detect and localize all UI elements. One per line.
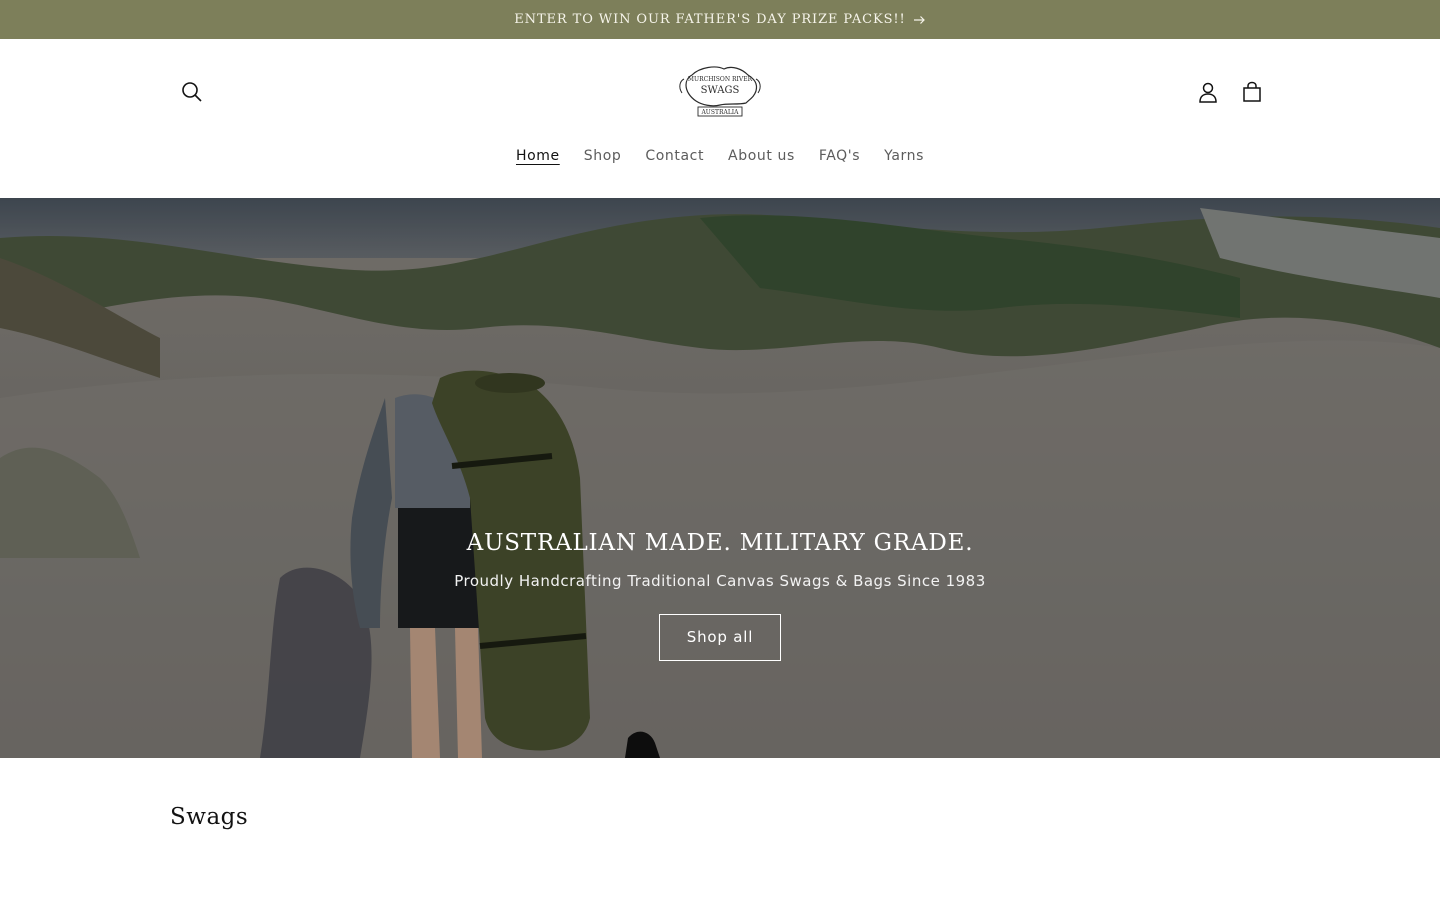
announcement-text: ENTER TO WIN OUR FATHER'S DAY PRIZE PACK… (514, 12, 906, 27)
nav-item-home[interactable]: Home (504, 144, 572, 168)
hero-image (0, 198, 1440, 758)
logo-emblem-icon: MURCHISON RIVER SWAGS AUSTRALIA (679, 66, 761, 117)
logo-line1: MURCHISON RIVER (688, 76, 753, 83)
shop-all-button[interactable]: Shop all (659, 614, 781, 661)
account-icon (1199, 82, 1217, 103)
nav-item-contact[interactable]: Contact (633, 144, 716, 168)
site-header: MURCHISON RIVER SWAGS AUSTRALIA Home Sho… (0, 39, 1440, 198)
hero-title: AUSTRALIAN MADE. MILITARY GRADE. (466, 530, 974, 556)
logo-line3: AUSTRALIA (700, 109, 739, 116)
section-title: Swags (170, 804, 249, 830)
nav-item-yarns[interactable]: Yarns (872, 144, 936, 168)
search-button[interactable] (170, 70, 214, 114)
nav-item-shop[interactable]: Shop (572, 144, 634, 168)
nav-item-about[interactable]: About us (716, 144, 807, 168)
cart-icon (1243, 81, 1261, 102)
account-button[interactable] (1186, 70, 1230, 114)
main-nav: Home Shop Contact About us FAQ's Yarns (0, 144, 1440, 168)
brand-logo[interactable]: MURCHISON RIVER SWAGS AUSTRALIA (672, 63, 768, 119)
cart-button[interactable] (1230, 70, 1274, 114)
search-icon (182, 82, 202, 102)
nav-item-faqs[interactable]: FAQ's (807, 144, 872, 168)
hero-subtitle: Proudly Handcrafting Traditional Canvas … (454, 572, 986, 590)
announcement-bar[interactable]: ENTER TO WIN OUR FATHER'S DAY PRIZE PACK… (0, 0, 1440, 39)
hero-banner: AUSTRALIAN MADE. MILITARY GRADE. Proudly… (0, 198, 1440, 758)
hero-content: AUSTRALIAN MADE. MILITARY GRADE. Proudly… (0, 530, 1440, 661)
logo-line2: SWAGS (701, 85, 740, 96)
arrow-right-icon (913, 15, 925, 24)
